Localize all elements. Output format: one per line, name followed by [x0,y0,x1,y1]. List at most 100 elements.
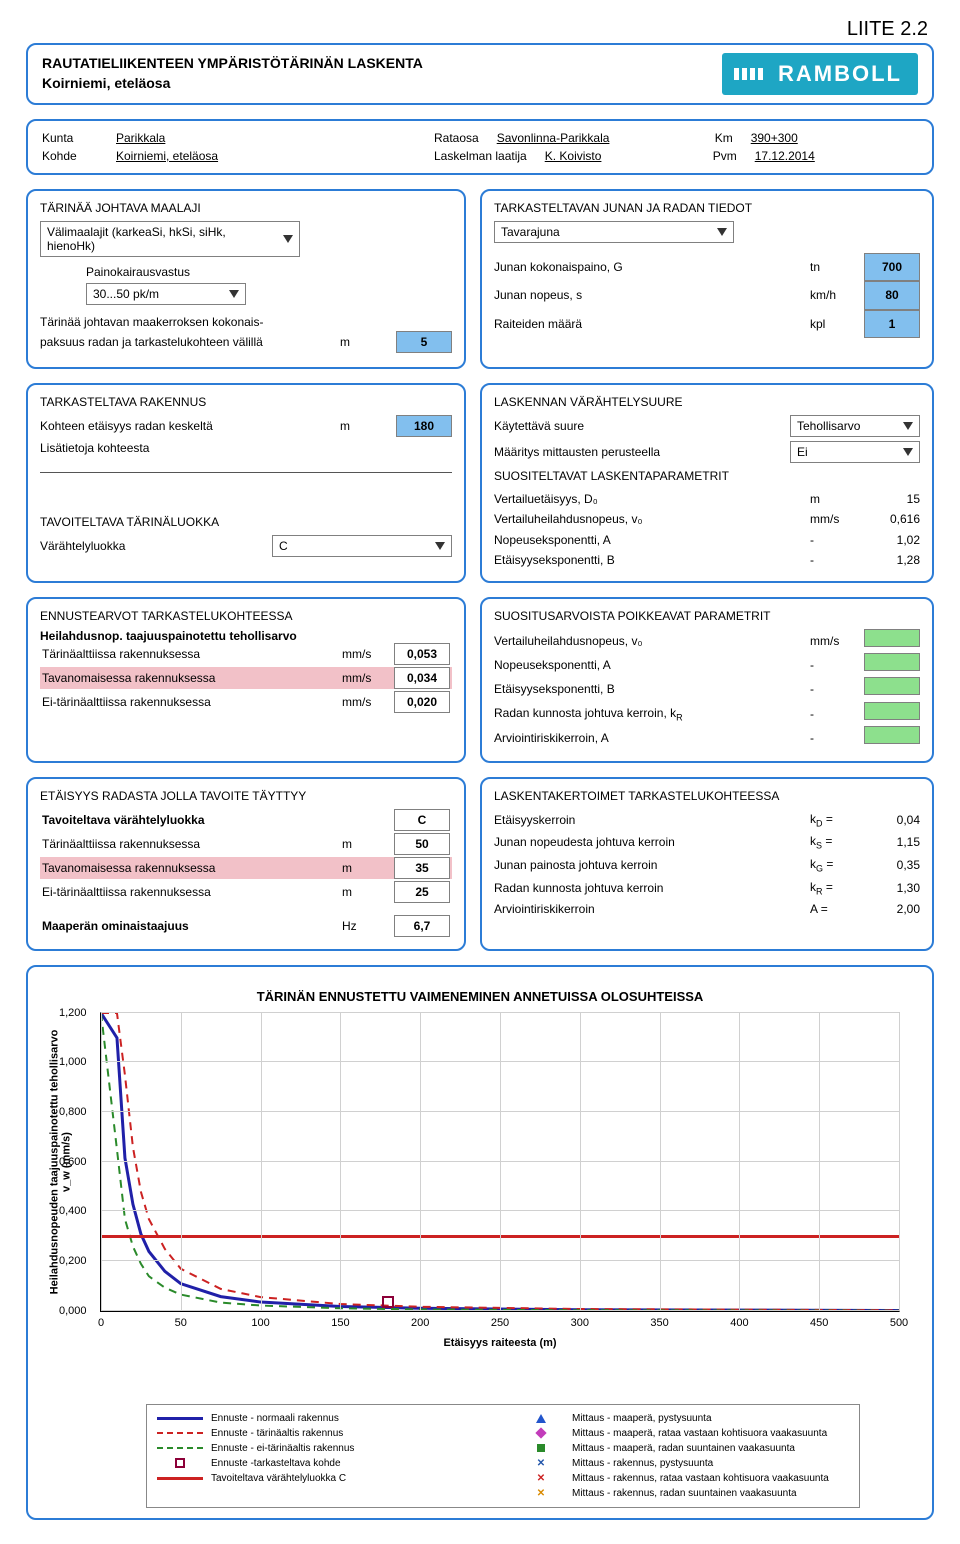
p-b-unit: - [810,679,860,699]
train-title: TARKASTELTAVAN JUNAN JA RADAN TIEDOT [494,201,920,215]
kohde-box: TARKASTELTAVA RAKENNUS Kohteen etäisyys … [26,383,466,583]
poikkeavat-title: SUOSITUSARVOISTA POIKKEAVAT PARAMETRIT [494,609,920,623]
mp-value: 6,7 [394,915,450,937]
luokka-value: C [279,539,288,553]
suositus-title: SUOSITELTAVAT LASKENTAPARAMETRIT [494,469,920,483]
kohde-value: Koirniemi, eteläosa [116,147,296,165]
valimaalajit-value: Välimaalajit (karkeaSi, hkSi, siHk, hien… [47,225,269,253]
suure-dropdown[interactable]: Tehollisarvo [790,415,920,437]
k5-label: Arviointiriskikerroin [494,899,810,919]
k4-label: Radan kunnosta johtuva kerroin [494,878,810,898]
a-unit: - [810,530,860,550]
laskenta-box: LASKENNAN VÄRÄHTELYSUURE Käytettävä suur… [480,383,934,583]
chevron-down-icon [229,290,239,298]
pk-value: 30...50 pk/m [93,287,159,301]
dist-value[interactable]: 180 [396,415,452,437]
soil-title: TÄRINÄÄ JOHTAVA MAALAJI [40,201,452,215]
b-unit: - [810,550,860,570]
rataosa-label: Rataosa [434,129,479,147]
k1-value: 0,04 [860,810,920,830]
maaritys-value: Ei [797,445,808,459]
pvm-label: Pvm [713,147,737,165]
info-blank-line[interactable] [40,459,452,473]
et3-value: 25 [394,881,450,903]
kohde-title: TARKASTELTAVA RAKENNUS [40,395,452,409]
p-v0-unit: mm/s [810,631,860,651]
train-box: TARKASTELTAVAN JUNAN JA RADAN TIEDOT Tav… [480,189,934,369]
luokka-dropdown[interactable]: C [272,535,452,557]
d0-label: Vertailuetäisyys, D₀ [494,489,810,509]
e2-value: 0,034 [394,667,450,689]
et1-value: 50 [394,833,450,855]
legend-r6: Mittaus - rakennus, radan suuntainen vaa… [572,1486,797,1501]
legend-r4: Mittaus - rakennus, pystysuunta [572,1456,713,1471]
valimaalajit-dropdown[interactable]: Välimaalajit (karkeaSi, hkSi, siHk, hien… [40,221,300,257]
tavoite-title: TAVOITELTAVA TÄRINÄLUOKKA [40,515,452,529]
p-ar-input[interactable] [864,726,920,744]
v0-value: 0,616 [860,509,920,529]
p-ar-unit: - [810,728,860,748]
k3-value: 0,35 [860,855,920,875]
info-label: Lisätietoja kohteesta [40,441,452,455]
chevron-down-icon [717,228,727,236]
y-tick: 1,000 [59,1056,87,1068]
legend-r5: Mittaus - rakennus, rataa vastaan kohtis… [572,1471,829,1486]
chevron-down-icon [283,235,293,243]
x-tick: 50 [175,1317,187,1329]
laskenta-title: LASKENNAN VÄRÄHTELYSUURE [494,395,920,409]
paino-value[interactable]: 700 [864,253,920,281]
ramboll-logo: RAMBOLL [722,53,918,95]
p-a-label: Nopeuseksponentti, A [494,655,810,675]
legend-l1: Ennuste - normaali rakennus [211,1411,339,1426]
ennuste-subtitle: Heilahdusnop. taajuuspainotettu tehollis… [40,629,452,643]
legend-l4: Ennuste -tarkasteltava kohde [211,1456,341,1471]
e3-unit: mm/s [342,695,392,709]
et2-unit: m [342,861,392,875]
e1-value: 0,053 [394,643,450,665]
et1-unit: m [342,837,392,851]
p-kr-label: Radan kunnosta johtuva kerroin, kR [494,703,810,726]
pk-dropdown[interactable]: 30...50 pk/m [86,283,246,305]
chart-box: TÄRINÄN ENNUSTETTU VAIMENEMINEN ANNETUIS… [26,965,934,1520]
x-tick: 150 [331,1317,349,1329]
p-b-input[interactable] [864,677,920,695]
raiteet-value[interactable]: 1 [864,310,920,338]
legend-l2: Ennuste - tärinäaltis rakennus [211,1426,343,1441]
thickness-unit: m [340,335,388,349]
legend-r3: Mittaus - maaperä, radan suuntainen vaak… [572,1441,795,1456]
x-tick: 100 [251,1317,269,1329]
x-tick: 200 [411,1317,429,1329]
chevron-down-icon [435,542,445,550]
x-tick: 0 [98,1317,104,1329]
mp-unit: Hz [342,919,392,933]
paino-label: Junan kokonaispaino, G [494,257,810,277]
y-tick: 0,200 [59,1255,87,1267]
main-title: RAUTATIELIIKENTEEN YMPÄRISTÖTÄRINÄN LASK… [42,54,423,74]
nopeus-label: Junan nopeus, s [494,285,810,305]
legend-l5: Tavoiteltava värähtelyluokka C [211,1471,346,1486]
kunta-value: Parikkala [116,129,296,147]
etaisyys-title: ETÄISYYS RADASTA JOLLA TAVOITE TÄYTTYY [40,789,452,803]
y-tick: 0,000 [59,1305,87,1317]
e2-unit: mm/s [342,671,392,685]
kertoimet-title: LASKENTAKERTOIMET TARKASTELUKOHTEESSA [494,789,920,803]
train-type-dropdown[interactable]: Tavarajuna [494,221,734,243]
thickness-value[interactable]: 5 [396,331,452,353]
y-tick: 1,200 [59,1007,87,1019]
p-v0-input[interactable] [864,629,920,647]
et3-unit: m [342,885,392,899]
paino-unit: tn [810,257,860,277]
e2-label: Tavanomaisessa rakennuksessa [40,669,342,687]
pvm-value: 17.12.2014 [755,147,815,165]
d0-unit: m [810,489,860,509]
nopeus-value[interactable]: 80 [864,281,920,309]
p-kr-input[interactable] [864,702,920,720]
chevron-down-icon [903,448,913,456]
legend-r2: Mittaus - maaperä, rataa vastaan kohtisu… [572,1426,827,1441]
maaritys-dropdown[interactable]: Ei [790,441,920,463]
km-label: Km [715,129,733,147]
et2-value: 35 [394,857,450,879]
train-type-value: Tavarajuna [501,225,560,239]
p-a-input[interactable] [864,653,920,671]
et-luokka-value: C [394,809,450,831]
